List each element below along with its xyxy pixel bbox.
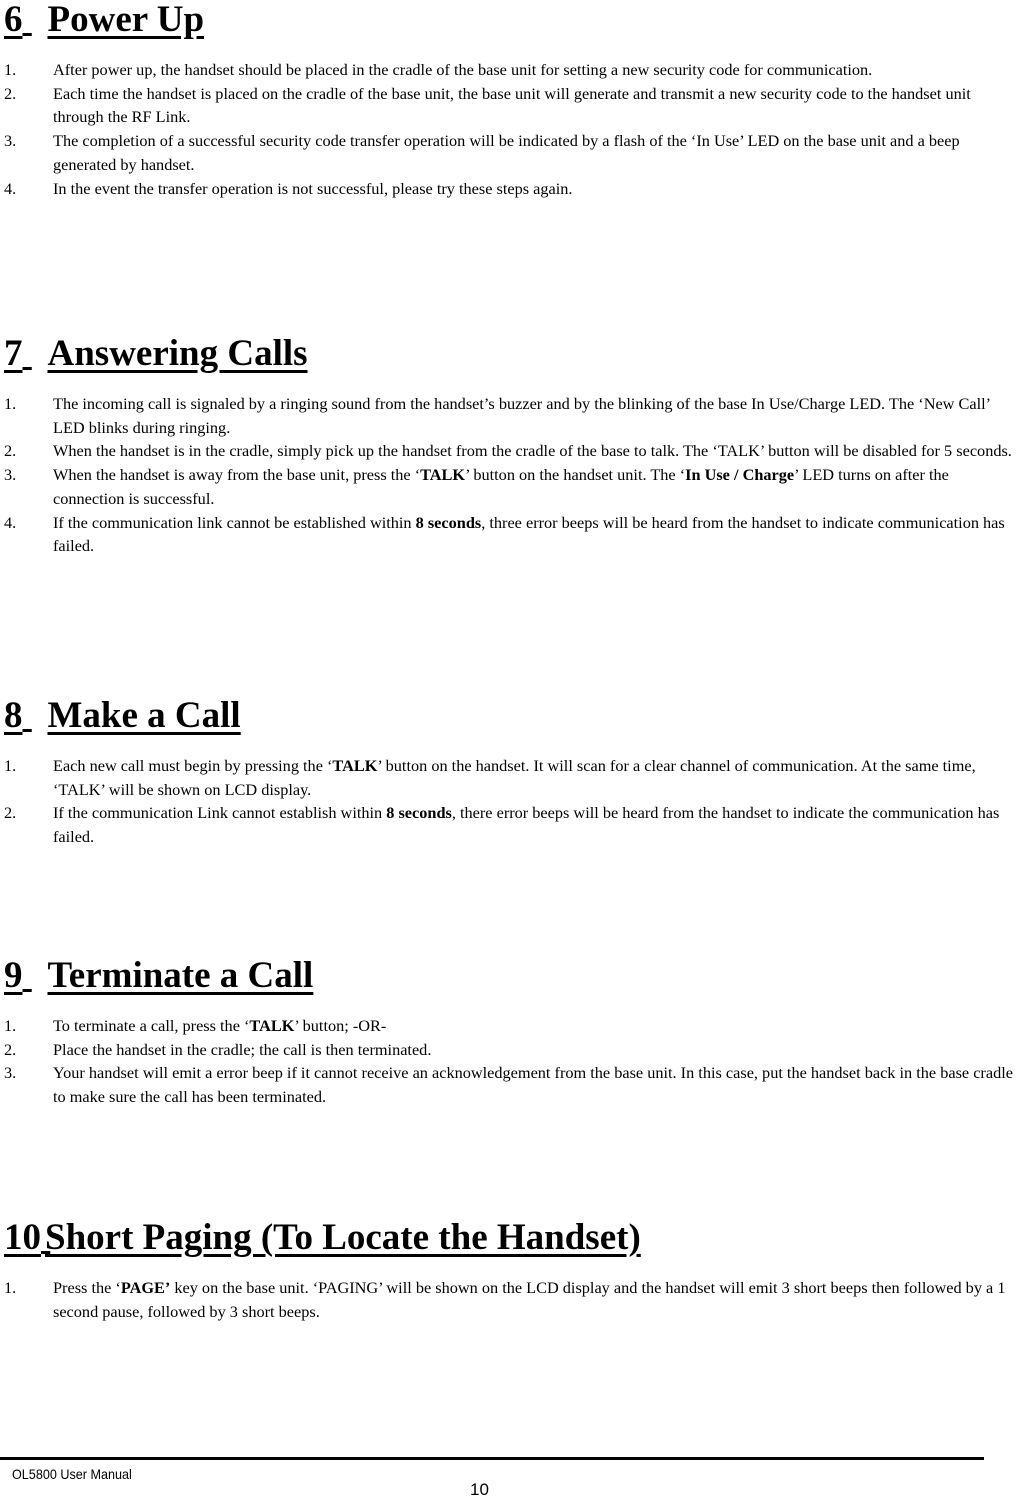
emphasized-text: PAGE’ [120,1278,171,1297]
numbered-list: 1. The incoming call is signaled by a rin… [4,392,1019,558]
list-item-number: 2. [4,1039,17,1059]
list-item: 1. To terminate a call, press the ‘TALK’ … [4,1014,1019,1038]
list-item-text: In the event the transfer operation is n… [53,178,573,198]
list-item: 3. Your handset will emit a error beep if… [4,1061,1019,1108]
section-power-up: 6 Power Up 1. After power up, the handset … [4,0,1019,200]
list-item-text: When the handset is away from the base u… [53,465,421,485]
list-item: 3. When the handset is away from the base… [4,463,1019,510]
list-item-number: 3. [4,131,17,151]
list-item-number: 1. [4,1278,17,1297]
list-item-number: 2. [4,803,17,823]
list-item-text: The incoming call is signaled by a ringi… [53,394,990,437]
list-item: 2. Place the handset in the cradle; the c… [4,1038,1019,1062]
section-heading: 10 Short Paging (To Locate the Handset) [4,1218,1019,1258]
section-short-paging: 10 Short Paging (To Locate the Handset) 1… [4,1218,1019,1323]
list-item-text: Your handset will emit a error beep if i… [53,1063,1013,1107]
list-item-text: If the communication Link cannot establi… [53,803,387,823]
list-item-number: 1. [4,1016,17,1035]
list-item-text: Each new call must begin by pressing the… [53,756,333,775]
section-number: 8 [4,695,23,736]
section-number: 7 [4,333,23,374]
list-item-number: 1. [4,394,17,413]
list-item-text: The completion of a successful security … [53,131,960,174]
numbered-list: 1. After power up, the handset should be … [4,58,1019,200]
list-item-text: If the communication link cannot be esta… [53,512,416,532]
emphasized-text: TALK [332,756,378,775]
emphasized-text: 8 seconds [415,512,482,532]
list-item-number: 3. [4,1063,17,1083]
section-terminate-a-call: 9 Terminate a Call 1. To terminate a call,… [4,956,1019,1109]
section-number: 10 [4,1217,41,1258]
list-item-number: 4. [4,178,17,198]
list-item-number: 2. [4,441,17,461]
section-number: 9 [4,955,23,996]
footer-manual-title: OL5800 User Manual [12,1466,132,1482]
list-item: 2. When the handset is in the cradle, sim… [4,439,1019,463]
numbered-list: 1. Press the ‘PAGE’ key on the base unit.… [4,1276,1019,1323]
section-heading: 7 Answering Calls [4,334,1019,374]
list-item-text: key on the base unit. ‘PAGING’ will be s… [53,1278,1006,1321]
list-item: 1. Press the ‘PAGE’ key on the base unit.… [4,1276,1019,1323]
section-heading: 9 Terminate a Call [4,956,1019,996]
emphasized-text: In Use / Charge [685,465,795,485]
list-item: 2. Each time the handset is placed on the… [4,82,1019,129]
list-item-number: 1. [4,60,17,79]
heading-spacer [23,956,48,996]
section-title: Power Up [47,0,205,40]
section-number: 6 [4,0,23,40]
list-item-number: 3. [4,465,17,485]
emphasized-text: TALK [249,1016,295,1035]
section-make-a-call: 8 Make a Call 1. Each new call must begin … [4,696,1019,849]
list-item-text: ’ button on the handset unit. The ‘ [465,465,686,485]
list-item-text: To terminate a call, press the ‘ [53,1016,250,1035]
footer-divider [0,1457,984,1460]
section-heading: 6 Power Up [4,0,1019,40]
numbered-list: 1. To terminate a call, press the ‘TALK’ … [4,1014,1019,1109]
section-title: Make a Call [47,695,241,736]
numbered-list: 1. Each new call must begin by pressing t… [4,754,1019,849]
page-number: 10 [470,1480,489,1499]
list-item-number: 4. [4,512,17,532]
list-item-text: ’ button; -OR- [294,1016,387,1035]
list-item-text: Each time the handset is placed on the c… [53,83,971,127]
list-item-text: Place the handset in the cradle; the cal… [53,1039,432,1059]
section-title: Terminate a Call [47,955,314,996]
list-item-text: Press the ‘ [53,1278,121,1297]
list-item: 3. The completion of a successful securit… [4,129,1019,176]
section-answering-calls: 7 Answering Calls 1. The incoming call is … [4,334,1019,558]
section-title: Short Paging (To Locate the Handset) [45,1217,641,1258]
list-item-text: After power up, the handset should be pl… [53,60,873,79]
heading-spacer [23,696,48,736]
heading-spacer [23,334,48,374]
section-title: Answering Calls [47,333,308,374]
list-item: 4. In the event the transfer operation is… [4,177,1019,201]
list-item: 2. If the communication Link cannot estab… [4,801,1019,848]
list-item-number: 2. [4,83,17,103]
list-item: 1. Each new call must begin by pressing t… [4,754,1019,801]
list-item-text: When the handset is in the cradle, simpl… [53,441,1012,461]
list-item-number: 1. [4,756,17,775]
section-heading: 8 Make a Call [4,696,1019,736]
heading-spacer [23,0,48,40]
emphasized-text: 8 seconds [386,803,452,823]
list-item: 4. If the communication link cannot be es… [4,511,1019,558]
list-item: 1. After power up, the handset should be … [4,58,1019,82]
list-item: 1. The incoming call is signaled by a rin… [4,392,1019,439]
emphasized-text: TALK [420,465,466,485]
